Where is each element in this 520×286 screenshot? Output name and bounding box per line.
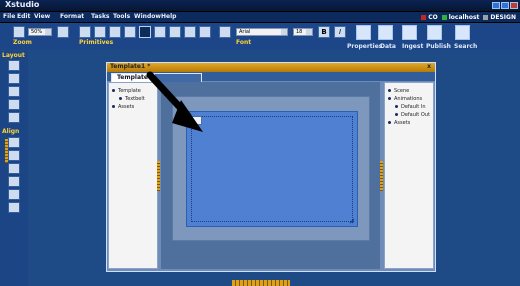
close-button[interactable] xyxy=(510,2,518,9)
layout-tool-icon-1[interactable] xyxy=(8,60,20,71)
status-server: localhost xyxy=(441,14,479,21)
tree-node-scene-assets[interactable]: Assets xyxy=(388,120,410,126)
menu-tasks[interactable]: Tasks xyxy=(91,13,110,20)
layout-tool-icon-5[interactable] xyxy=(8,112,20,123)
ingest-icon[interactable] xyxy=(402,25,417,40)
template-window-titlebar[interactable]: Template1 * x xyxy=(107,63,435,72)
primitives-label: Primitives xyxy=(79,39,114,46)
data-button[interactable]: Data xyxy=(380,43,396,50)
status-badge-co: CO xyxy=(421,14,438,21)
shape-tool-icon[interactable] xyxy=(139,26,151,38)
layout-tool-icon-4[interactable] xyxy=(8,99,20,110)
template-tabs: Template xyxy=(107,72,435,82)
tree-node-scene[interactable]: Scene xyxy=(388,88,409,94)
bold-button[interactable]: B xyxy=(318,26,330,38)
left-sidebar: Layout Align xyxy=(0,51,28,286)
paragraph-tool-icon[interactable] xyxy=(94,26,106,38)
menu-tools[interactable]: Tools xyxy=(113,13,130,20)
menu-window[interactable]: Window xyxy=(134,13,161,20)
ingest-button[interactable]: Ingest xyxy=(402,43,423,50)
maximize-button[interactable] xyxy=(501,2,509,9)
right-splitter[interactable] xyxy=(380,161,383,191)
polygon-tool-icon[interactable] xyxy=(169,26,181,38)
search-button[interactable]: Search xyxy=(454,43,477,50)
align-left-icon[interactable] xyxy=(8,137,20,148)
properties-icon[interactable] xyxy=(356,25,371,40)
text-tool-icon[interactable] xyxy=(79,26,91,38)
layout-tool-icon-2[interactable] xyxy=(8,73,20,84)
app-title: Xstudio xyxy=(5,0,40,9)
status-mode: DESIGN xyxy=(483,14,516,21)
font-label: Font xyxy=(236,39,252,46)
template-window-title: Template1 xyxy=(110,63,146,70)
bottom-resize-handle[interactable] xyxy=(232,280,290,286)
stage-safe-area xyxy=(172,96,370,241)
search-icon[interactable] xyxy=(455,25,470,40)
align-label: Align xyxy=(2,128,20,135)
resize-corner-icon[interactable] xyxy=(349,218,355,224)
tree-node-assets[interactable]: Assets xyxy=(112,104,134,110)
layout-label: Layout xyxy=(2,52,25,59)
left-splitter[interactable] xyxy=(157,161,160,191)
tree-node-default-in[interactable]: Default In xyxy=(395,104,426,110)
properties-button[interactable]: Properties xyxy=(347,43,382,50)
tree-node-template[interactable]: Template xyxy=(112,88,141,94)
align-middle-icon[interactable] xyxy=(8,189,20,200)
status-area: CO localhost DESIGN xyxy=(421,12,516,22)
layout-tool-icon-3[interactable] xyxy=(8,86,20,97)
publish-icon[interactable] xyxy=(427,25,442,40)
canvas-area[interactable] xyxy=(161,82,380,269)
menu-view[interactable]: View xyxy=(34,13,50,20)
font-size-select[interactable]: 18 xyxy=(293,28,313,36)
tab-template[interactable]: Template xyxy=(111,73,154,82)
tree-node-animations[interactable]: Animations xyxy=(388,96,422,102)
zoom-fit-icon[interactable] xyxy=(57,26,69,38)
menu-file[interactable]: File xyxy=(3,13,15,20)
publish-button[interactable]: Publish xyxy=(426,43,451,50)
minimize-button[interactable] xyxy=(492,2,500,9)
line-tool-icon[interactable] xyxy=(154,26,166,38)
align-bottom-icon[interactable] xyxy=(8,202,20,213)
zoom-label: Zoom xyxy=(13,39,32,46)
align-top-icon[interactable] xyxy=(8,176,20,187)
italic-button[interactable]: I xyxy=(334,26,346,38)
align-right-icon[interactable] xyxy=(8,163,20,174)
zoom-icon[interactable] xyxy=(13,26,25,38)
image-tool-icon[interactable] xyxy=(109,26,121,38)
zoom-select[interactable]: 50% xyxy=(28,28,52,36)
menu-edit[interactable]: Edit xyxy=(17,13,30,20)
stage-canvas[interactable] xyxy=(186,111,358,227)
object-cursor-icon xyxy=(192,116,202,125)
menu-format[interactable]: Format xyxy=(60,13,84,20)
title-safe-guide xyxy=(191,116,353,222)
tree-node-default-out[interactable]: Default Out xyxy=(395,112,430,118)
tab-secondary[interactable] xyxy=(154,73,202,82)
ellipse-tool-icon[interactable] xyxy=(199,26,211,38)
data-icon[interactable] xyxy=(378,25,393,40)
menu-help[interactable]: Help xyxy=(161,13,176,20)
rectangle-tool-icon[interactable] xyxy=(184,26,196,38)
template-close-button[interactable]: x xyxy=(427,63,431,70)
align-center-icon[interactable] xyxy=(8,150,20,161)
app-title-bar: Xstudio xyxy=(0,0,520,12)
template-window: Template1 * x Template Template Textbelt… xyxy=(106,62,436,272)
scene-tree-panel: Scene Animations Default In Default Out … xyxy=(384,82,434,269)
clock-tool-icon[interactable] xyxy=(219,26,231,38)
font-name-select[interactable]: Arial xyxy=(236,28,288,36)
modified-indicator: * xyxy=(147,63,151,70)
tree-node-textbelt[interactable]: Textbelt xyxy=(119,96,145,102)
window-controls xyxy=(492,2,518,9)
video-tool-icon[interactable] xyxy=(124,26,136,38)
template-tree-panel: Template Textbelt Assets xyxy=(108,82,158,269)
